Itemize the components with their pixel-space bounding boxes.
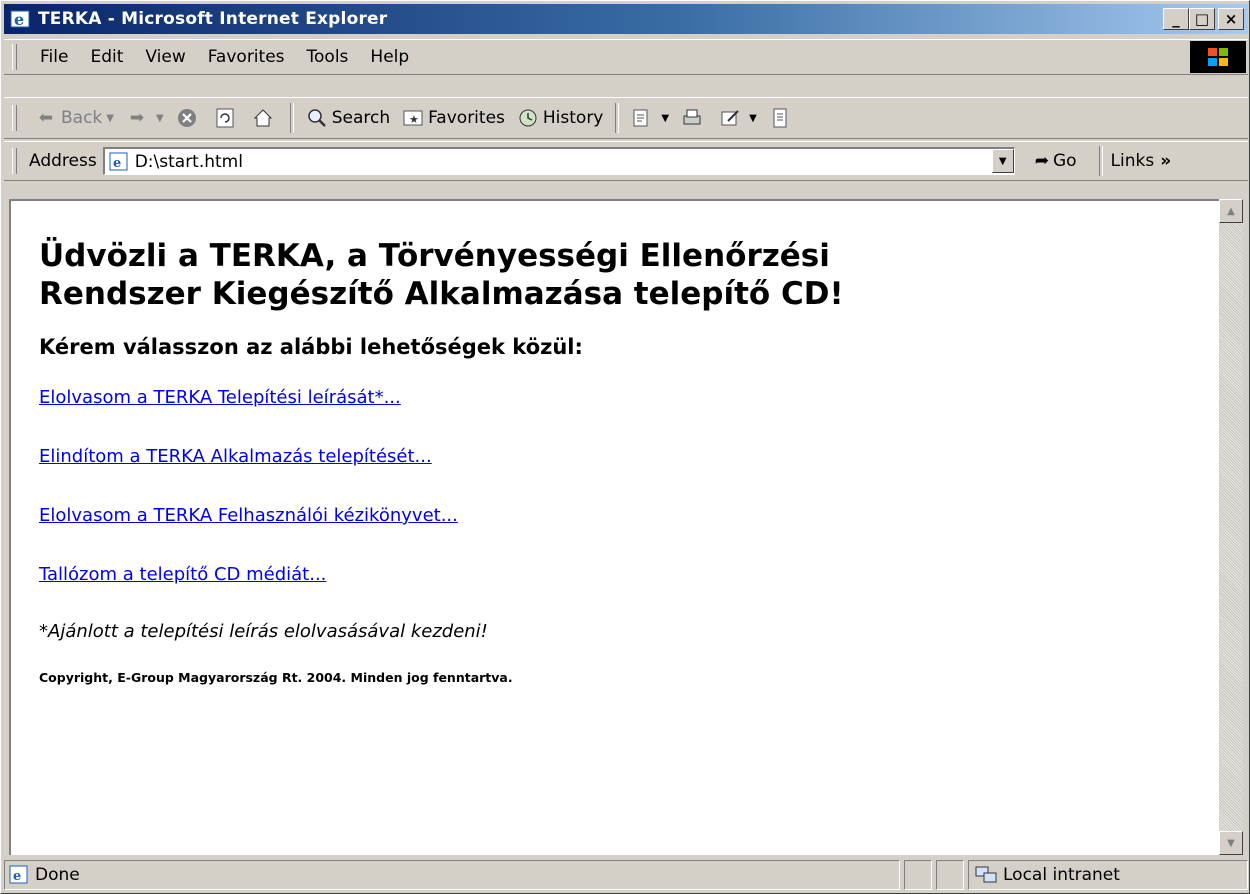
page-content: Üdvözli a TERKA, a Törvényességi Ellenőr…	[9, 199, 1221, 855]
security-zone[interactable]: Local intranet	[968, 860, 1248, 890]
search-label: Search	[331, 108, 391, 128]
home-button[interactable]	[246, 101, 284, 135]
address-bar: Address e D:\start.html ▼ ➦ Go Links »	[4, 141, 1248, 181]
go-arrow-icon: ➦	[1034, 151, 1049, 171]
vertical-scrollbar[interactable]: ▲ ▼	[1219, 199, 1243, 855]
close-button[interactable]: ×	[1218, 8, 1244, 30]
chevron-right-icon: »	[1160, 151, 1172, 171]
page-heading: Üdvözli a TERKA, a Törvényességi Ellenőr…	[39, 238, 844, 312]
window-title: TERKA - Microsoft Internet Explorer	[38, 9, 388, 29]
standard-toolbar: ⬅ Back ▼ ➡ ▼ Search ★ Favorites History …	[4, 97, 1248, 139]
toolbar-separator	[615, 103, 620, 133]
favorites-button[interactable]: ★ Favorites	[396, 101, 511, 135]
links-button[interactable]: Links »	[1098, 146, 1172, 176]
svg-text:e: e	[14, 10, 24, 29]
search-button[interactable]: Search	[300, 101, 396, 135]
menu-edit[interactable]: Edit	[79, 47, 134, 67]
stop-icon	[176, 107, 198, 129]
back-button[interactable]: ⬅ Back ▼	[29, 101, 120, 135]
status-text: Done	[35, 865, 80, 885]
links-separator	[1098, 146, 1103, 176]
intranet-icon	[975, 865, 997, 885]
history-icon	[517, 107, 539, 129]
svg-text:e: e	[13, 869, 21, 884]
back-arrow-icon: ⬅	[38, 108, 54, 128]
refresh-button[interactable]	[208, 101, 246, 135]
refresh-icon	[214, 107, 236, 129]
search-icon	[306, 107, 328, 129]
recommendation-note: *Ajánlott a telepítési leírás elolvasásá…	[39, 621, 488, 642]
minimize-button[interactable]: _	[1163, 8, 1189, 30]
maximize-button[interactable]: □	[1189, 8, 1215, 30]
scroll-down-icon[interactable]: ▼	[1219, 831, 1243, 855]
link-read-user-manual[interactable]: Elolvasom a TERKA Felhasználói kézikönyv…	[39, 505, 1221, 526]
address-value: D:\start.html	[134, 151, 243, 172]
copyright-text: Copyright, E-Group Magyarország Rt. 2004…	[39, 670, 513, 685]
status-cell	[936, 860, 964, 890]
link-browse-cd[interactable]: Tallózom a telepítő CD médiát...	[39, 564, 1221, 585]
menu-tools[interactable]: Tools	[296, 47, 360, 67]
page-icon: e	[109, 152, 129, 172]
mail-icon	[631, 107, 653, 129]
back-label: Back	[61, 108, 103, 128]
windows-logo-icon	[1190, 41, 1246, 73]
discuss-button[interactable]	[763, 101, 801, 135]
address-input[interactable]: e D:\start.html ▼	[102, 147, 1015, 175]
home-icon	[252, 107, 274, 129]
ie-logo-icon: e	[10, 8, 32, 30]
back-dropdown-icon[interactable]: ▼	[106, 113, 114, 124]
address-grip[interactable]	[12, 148, 17, 174]
print-icon	[681, 107, 703, 129]
zone-label: Local intranet	[1003, 865, 1120, 885]
go-label: Go	[1052, 151, 1077, 171]
status-cell	[904, 860, 932, 890]
menu-help[interactable]: Help	[359, 47, 420, 67]
history-button[interactable]: History	[511, 101, 609, 135]
mail-dropdown-icon[interactable]: ▼	[661, 113, 669, 124]
menu-bar: File Edit View Favorites Tools Help	[4, 39, 1248, 75]
toolbar-separator	[289, 103, 294, 133]
go-button[interactable]: ➦ Go	[1035, 151, 1077, 171]
edit-button[interactable]: ▼	[713, 101, 763, 135]
edit-icon	[719, 107, 741, 129]
address-label: Address	[29, 151, 97, 171]
print-button[interactable]	[675, 101, 713, 135]
mail-button[interactable]: ▼	[625, 101, 675, 135]
svg-text:e: e	[113, 156, 121, 171]
menu-file[interactable]: File	[29, 47, 79, 67]
discuss-icon	[769, 107, 791, 129]
link-read-install-guide[interactable]: Elolvasom a TERKA Telepítési leírását*..…	[39, 387, 1221, 408]
menu-view[interactable]: View	[134, 47, 196, 67]
address-dropdown-icon[interactable]: ▼	[991, 149, 1014, 173]
favorites-label: Favorites	[428, 108, 505, 128]
menu-grip[interactable]	[12, 44, 17, 70]
edit-dropdown-icon[interactable]: ▼	[749, 113, 757, 124]
links-label: Links	[1110, 151, 1155, 171]
page-done-icon: e	[9, 865, 29, 885]
forward-arrow-icon: ➡	[129, 108, 145, 128]
forward-dropdown-icon[interactable]: ▼	[156, 113, 164, 124]
favorites-icon: ★	[402, 107, 424, 129]
toolbar-grip[interactable]	[12, 105, 17, 131]
status-panel: e Done	[4, 860, 900, 890]
browser-window: e TERKA - Microsoft Internet Explorer _ …	[0, 0, 1250, 894]
link-start-install[interactable]: Elindítom a TERKA Alkalmazás telepítését…	[39, 446, 1221, 467]
title-bar[interactable]: e TERKA - Microsoft Internet Explorer _ …	[4, 4, 1248, 34]
svg-text:★: ★	[409, 113, 419, 126]
history-label: History	[542, 108, 604, 128]
page-subheading: Kérem válasszon az alábbi lehetőségek kö…	[39, 335, 583, 359]
status-bar: e Done Local intranet	[4, 857, 1248, 893]
forward-button[interactable]: ➡ ▼	[120, 101, 170, 135]
menu-favorites[interactable]: Favorites	[197, 47, 296, 67]
scroll-up-icon[interactable]: ▲	[1219, 199, 1243, 223]
stop-button[interactable]	[170, 101, 208, 135]
